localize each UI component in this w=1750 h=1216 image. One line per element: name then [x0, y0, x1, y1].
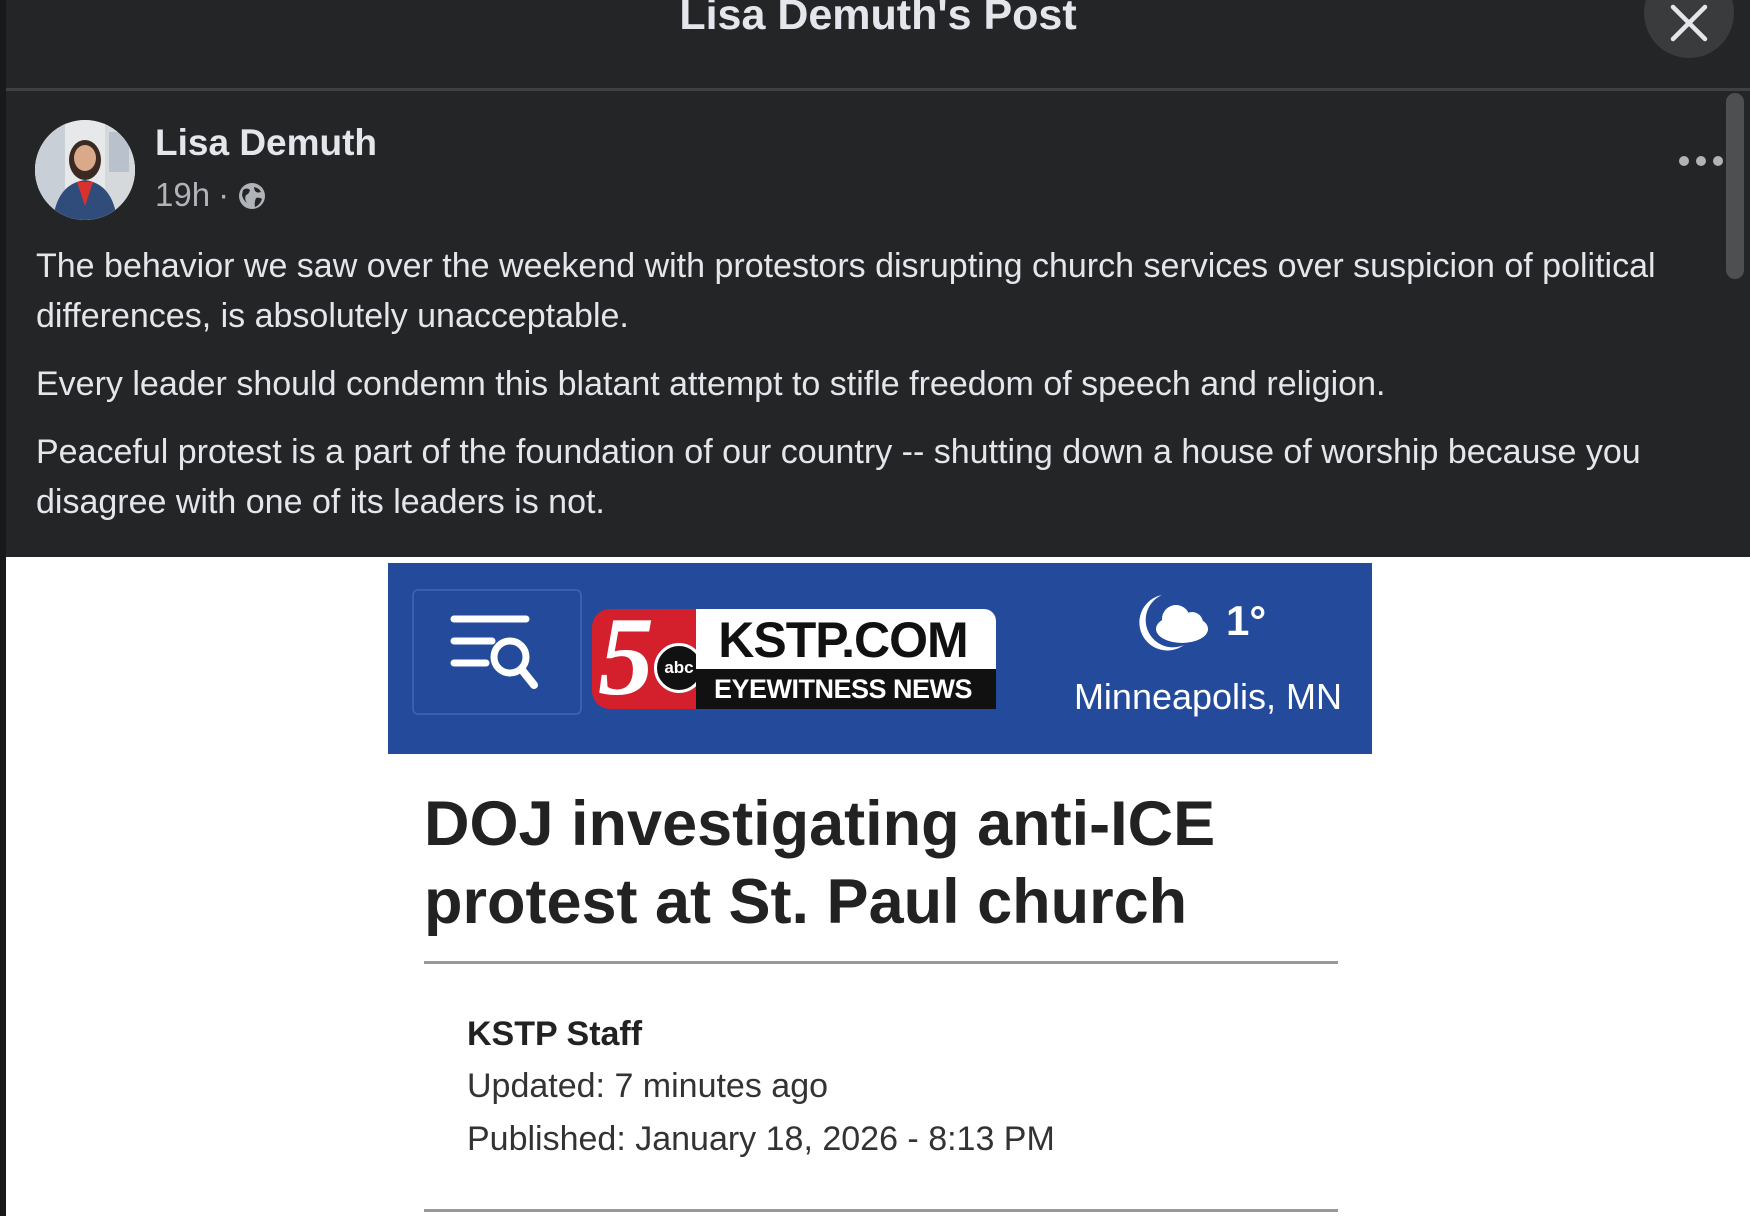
kstp-logo: 5 abc KSTP.COM EYEWITNESS NEWS: [592, 601, 996, 713]
more-options-button[interactable]: [1678, 153, 1724, 169]
article-byline: KSTP Staff: [467, 1015, 643, 1053]
logo-number: 5: [598, 595, 654, 719]
close-button[interactable]: [1644, 0, 1734, 58]
scrollbar-thumb[interactable]: [1726, 93, 1744, 279]
more-options-icon: [1679, 156, 1723, 166]
post-paragraph: Every leader should condemn this blatant…: [36, 365, 1386, 403]
author-name[interactable]: Lisa Demuth: [155, 121, 377, 165]
menu-search-icon: [450, 615, 538, 689]
partly-cloudy-night-icon: [1139, 595, 1208, 651]
post-timestamp[interactable]: 19h: [155, 175, 210, 215]
globe-icon[interactable]: [237, 180, 267, 210]
post-content: Lisa Demuth 19h · The behavior we saw ov…: [6, 91, 1750, 557]
meta-separator: ·: [218, 176, 230, 213]
post-paragraph: Peaceful protest is a part of the founda…: [36, 433, 1641, 521]
menu-search-button: [412, 589, 582, 715]
article-screenshot[interactable]: 5 abc KSTP.COM EYEWITNESS NEWS 1° Minnea…: [6, 557, 1750, 1216]
logo-site-name: KSTP.COM: [718, 612, 968, 668]
avatar[interactable]: [35, 120, 135, 220]
article-updated: Updated: 7 minutes ago: [467, 1067, 829, 1105]
weather-temperature: 1°: [1226, 597, 1267, 644]
article-published: Published: January 18, 2026 - 8:13 PM: [467, 1120, 1055, 1158]
post-meta: 19h ·: [155, 175, 267, 215]
weather-location: Minneapolis, MN: [1073, 676, 1343, 717]
article-headline: DOJ investigating anti-ICE protest at St…: [424, 789, 1216, 937]
divider: [424, 1209, 1338, 1212]
post-paragraph: The behavior we saw over the weekend wit…: [36, 247, 1656, 335]
close-icon: [1670, 4, 1708, 42]
post-message: The behavior we saw over the weekend wit…: [36, 241, 1726, 545]
divider: [424, 961, 1338, 964]
post-dialog-header: Lisa Demuth's Post: [6, 0, 1750, 91]
logo-tagline: EYEWITNESS NEWS: [713, 674, 973, 704]
kstp-site-header: 5 abc KSTP.COM EYEWITNESS NEWS 1° Minnea…: [388, 563, 1372, 754]
dialog-title: Lisa Demuth's Post: [679, 0, 1077, 39]
